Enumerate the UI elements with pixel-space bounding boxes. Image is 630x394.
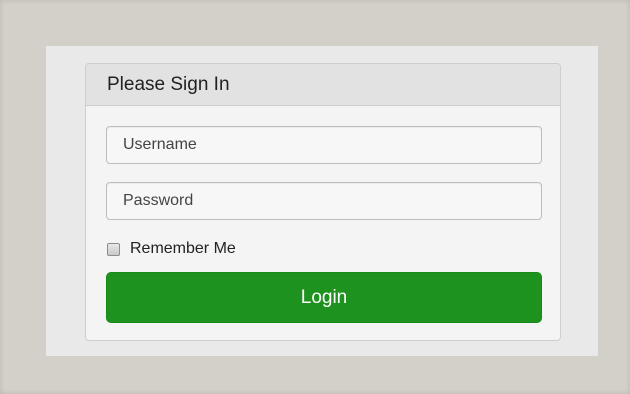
login-form: Remember Me Login — [86, 106, 560, 323]
page-area: Please Sign In Remember Me Login — [46, 46, 598, 356]
username-input[interactable] — [106, 126, 542, 164]
remember-me-label[interactable]: Remember Me — [130, 240, 236, 258]
remember-me-checkbox[interactable] — [107, 242, 120, 256]
login-panel: Please Sign In Remember Me Login — [85, 63, 561, 341]
login-button[interactable]: Login — [106, 272, 542, 323]
password-input[interactable] — [106, 182, 542, 220]
remember-me-row: Remember Me — [106, 238, 540, 260]
panel-title: Please Sign In — [86, 64, 560, 106]
window-backdrop: Please Sign In Remember Me Login — [0, 0, 630, 394]
